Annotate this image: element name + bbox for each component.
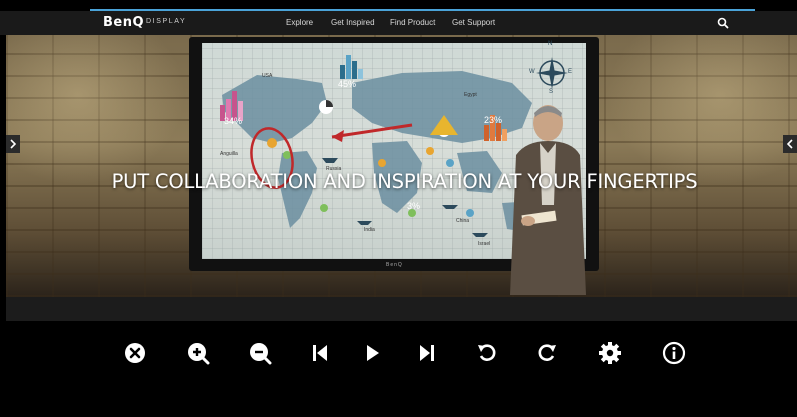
nav-explore[interactable]: Explore bbox=[286, 18, 313, 27]
map-label-china: China bbox=[456, 218, 470, 224]
chevron-left-icon[interactable] bbox=[783, 135, 797, 153]
nav-get-support[interactable]: Get Support bbox=[452, 18, 495, 27]
next-icon[interactable] bbox=[415, 341, 439, 365]
screen-brand-label: BenQ bbox=[386, 262, 403, 268]
settings-icon[interactable] bbox=[598, 341, 622, 365]
nav-get-inspired[interactable]: Get Inspired bbox=[331, 18, 375, 27]
hero-headline: PUT COLLABORATION AND INSPIRATION AT YOU… bbox=[111, 170, 698, 193]
presenter-figure bbox=[510, 105, 586, 295]
zoom-in-icon[interactable] bbox=[186, 341, 210, 365]
top-strip bbox=[0, 0, 797, 8]
brand-sub: DISPLAY bbox=[146, 18, 187, 25]
map-label-usa: USA bbox=[262, 73, 273, 79]
search-icon[interactable] bbox=[716, 16, 730, 30]
nav-find-product[interactable]: Find Product bbox=[390, 18, 435, 27]
audience-silhouettes bbox=[12, 290, 797, 297]
map-label-india: India bbox=[364, 227, 375, 233]
map-label-egypt: Egypt bbox=[464, 92, 477, 98]
compass-w: W bbox=[529, 69, 535, 75]
chevron-right-icon[interactable] bbox=[6, 135, 20, 153]
map-label-34: 34% bbox=[224, 116, 243, 126]
previous-icon[interactable] bbox=[308, 341, 332, 365]
map-label-23: 23% bbox=[484, 115, 503, 125]
map-label-45: 45% bbox=[338, 79, 357, 89]
compass-rose bbox=[536, 57, 568, 89]
hero-banner: USA 45% 34% Anguilla Russia Egypt 23% 3%… bbox=[6, 35, 797, 297]
rotate-right-icon[interactable] bbox=[535, 341, 559, 365]
zoom-out-icon[interactable] bbox=[248, 341, 272, 365]
map-label-israel: Israel bbox=[478, 241, 491, 247]
viewer-toolbar bbox=[0, 321, 797, 417]
wall-light-left bbox=[6, 35, 186, 185]
navbar: BenQ DISPLAY Explore Get Inspired Find P… bbox=[0, 11, 797, 35]
info-icon[interactable] bbox=[662, 341, 686, 365]
rotate-left-icon[interactable] bbox=[475, 341, 499, 365]
map-label-anguilla: Anguilla bbox=[220, 151, 238, 157]
play-icon[interactable] bbox=[360, 341, 384, 365]
caption-band bbox=[6, 297, 797, 321]
bar-cluster-45 bbox=[340, 55, 363, 79]
brand-logo[interactable]: BenQ bbox=[103, 15, 144, 30]
map-label-3: 3% bbox=[407, 201, 421, 211]
close-icon[interactable] bbox=[123, 341, 147, 365]
compass-e: E bbox=[568, 69, 573, 75]
wall-light-right bbox=[606, 35, 797, 185]
compass-n: N bbox=[548, 41, 553, 47]
